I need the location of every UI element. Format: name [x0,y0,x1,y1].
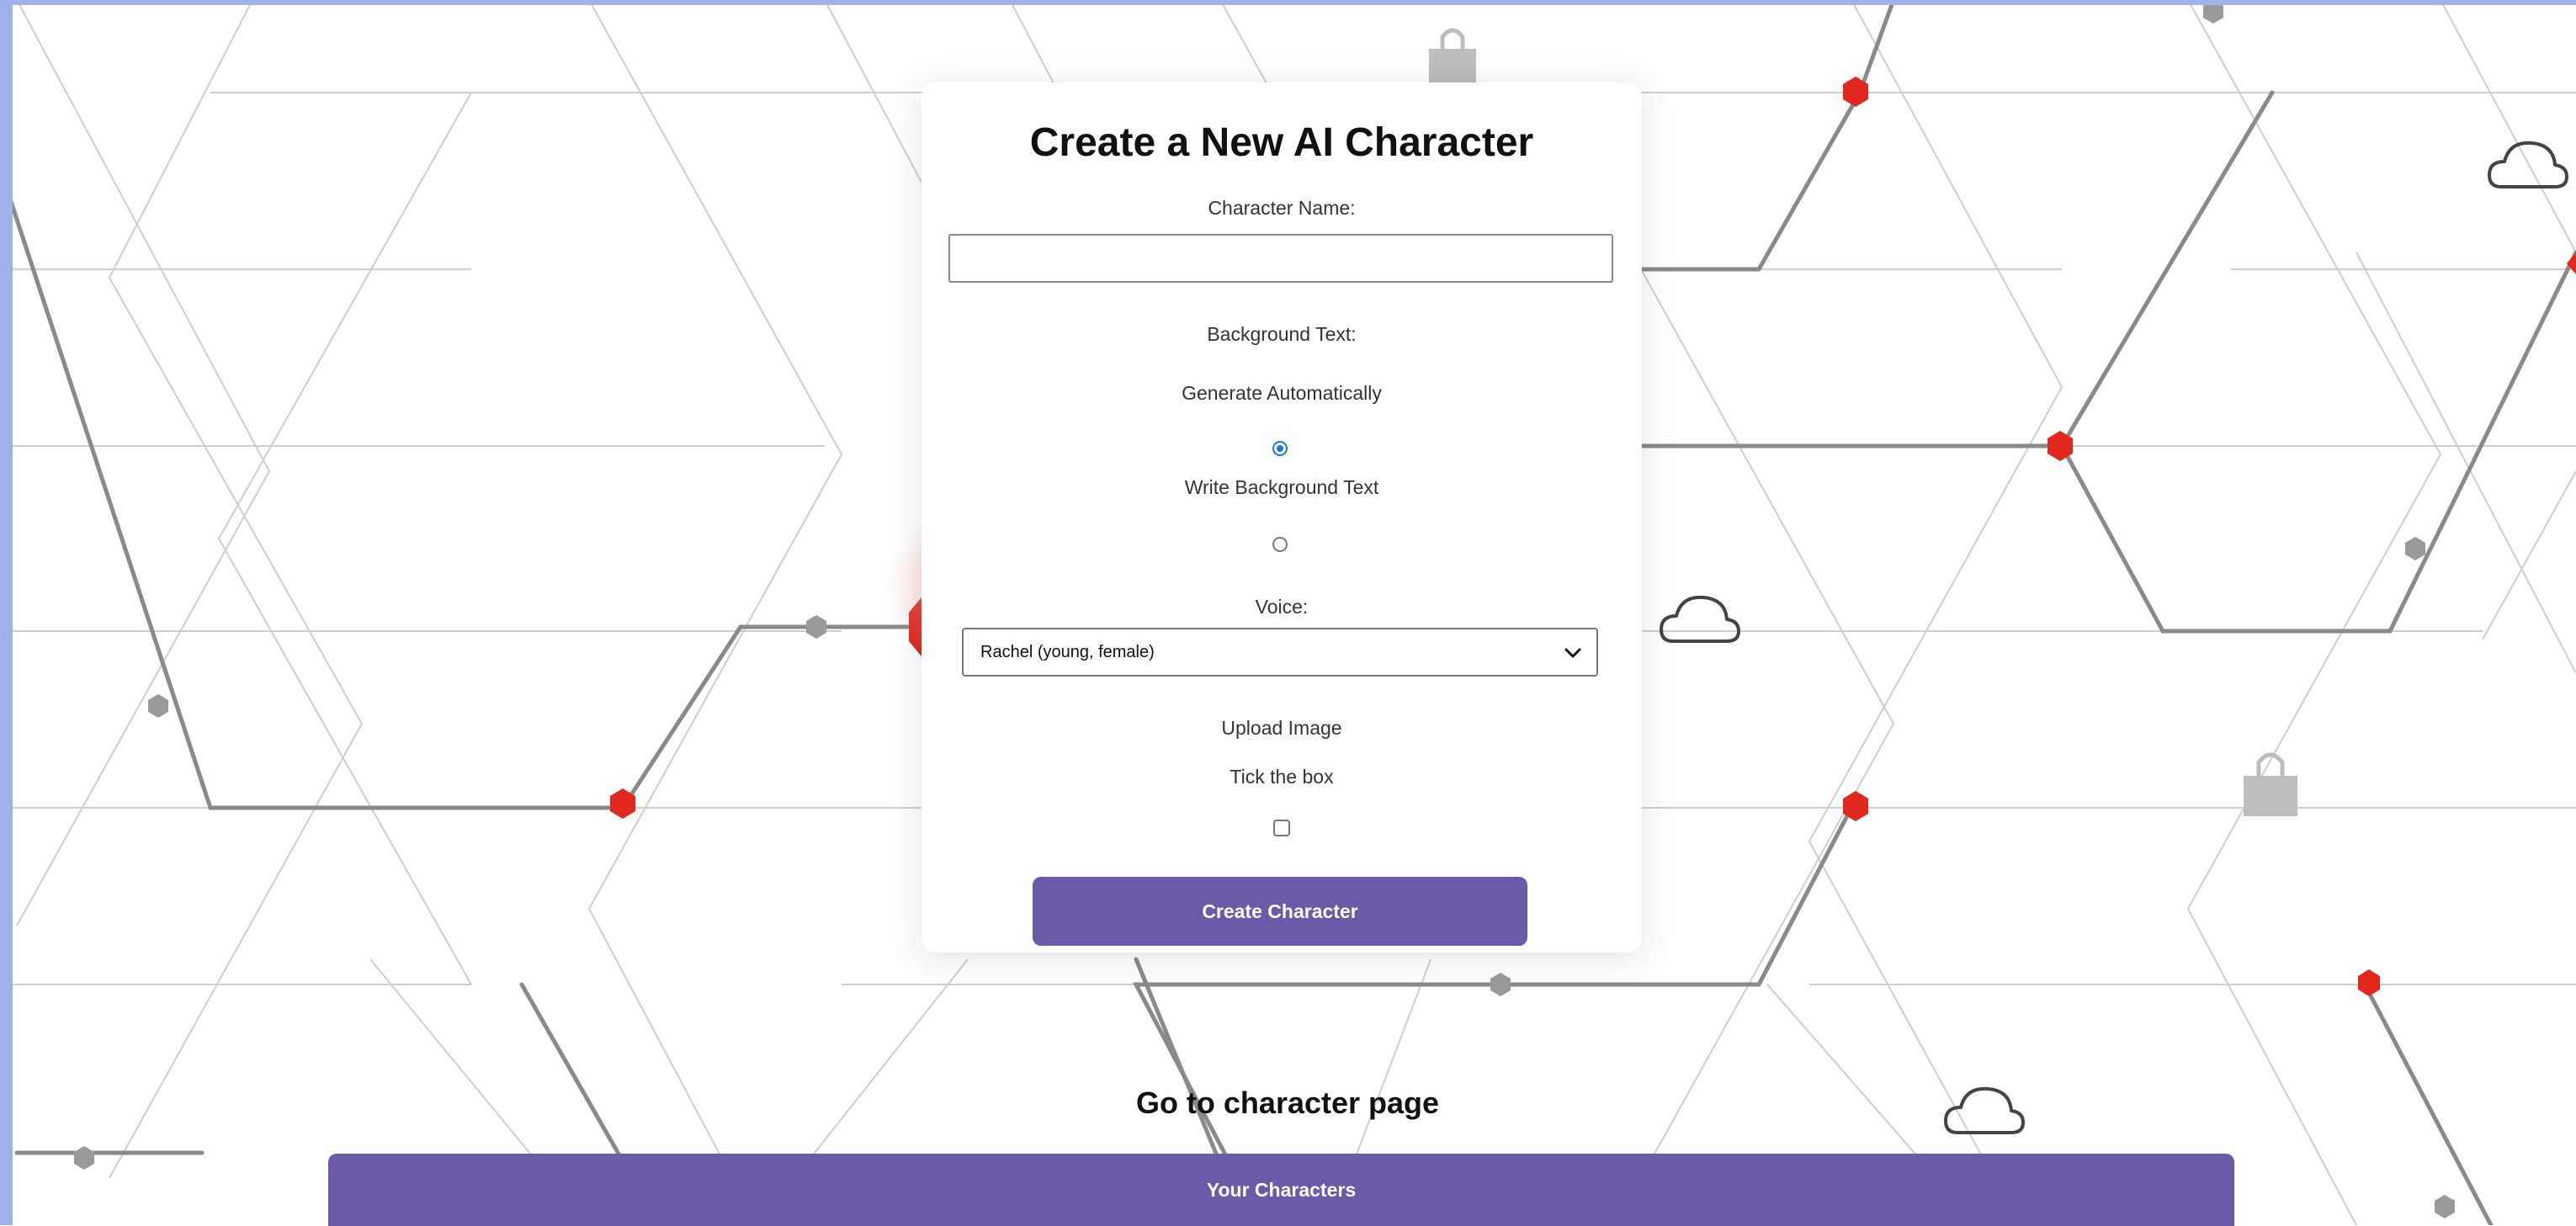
generate-automatically-label: Generate Automatically [1182,382,1382,404]
go-to-character-page-label: Go to character page [1135,1085,1440,1120]
tick-the-box-label: Tick the box [1230,766,1334,788]
top-edge-strip [0,0,2576,5]
voice-selected-value: Rachel (young, female) [980,643,1155,661]
chevron-down-icon [1564,648,1581,658]
form-title: Create a New AI Character [1029,120,1534,165]
write-background-text-radio[interactable] [1272,537,1288,552]
left-edge-strip [0,0,13,1225]
cloud-icon [1660,595,1740,643]
upload-image-label: Upload Image [1221,717,1342,739]
padlock-icon [2244,752,2297,816]
write-background-text-label: Write Background Text [1184,476,1379,498]
voice-label: Voice: [1255,596,1309,618]
voice-select[interactable]: Rachel (young, female) [962,628,1598,677]
create-character-button[interactable]: Create Character [1033,877,1527,946]
padlock-icon [1429,28,1476,86]
upload-image-checkbox[interactable] [1273,820,1290,836]
your-characters-button[interactable]: Your Characters [328,1154,2234,1226]
background-text-label: Background Text: [1207,323,1357,345]
cloud-icon [2488,141,2568,188]
create-character-card: Create a New AI Character Character Name… [922,82,1642,953]
character-name-label: Character Name: [1208,197,1356,219]
character-name-input[interactable] [948,234,1613,283]
generate-automatically-radio[interactable] [1272,441,1288,456]
